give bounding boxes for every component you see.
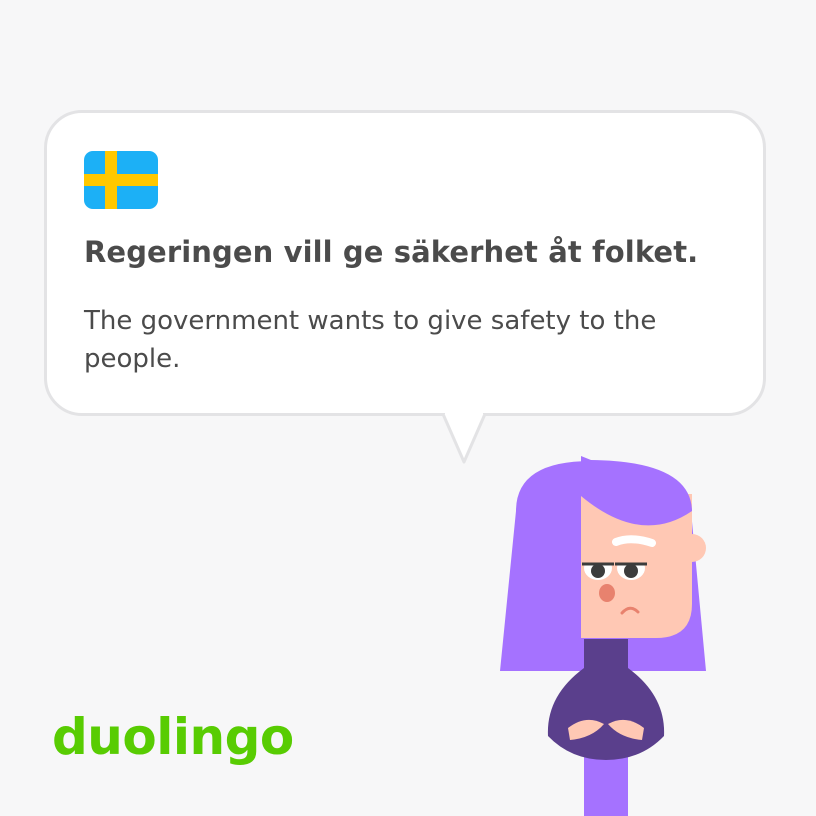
lily-character-icon xyxy=(500,456,706,816)
english-translation: The government wants to give safety to t… xyxy=(84,306,657,374)
duolingo-logo: duolingo xyxy=(52,708,294,766)
sweden-flag-icon xyxy=(84,151,158,209)
swedish-sentence: Regeringen vill ge säkerhet åt folket. xyxy=(84,235,699,269)
speech-bubble-tail xyxy=(441,410,487,464)
